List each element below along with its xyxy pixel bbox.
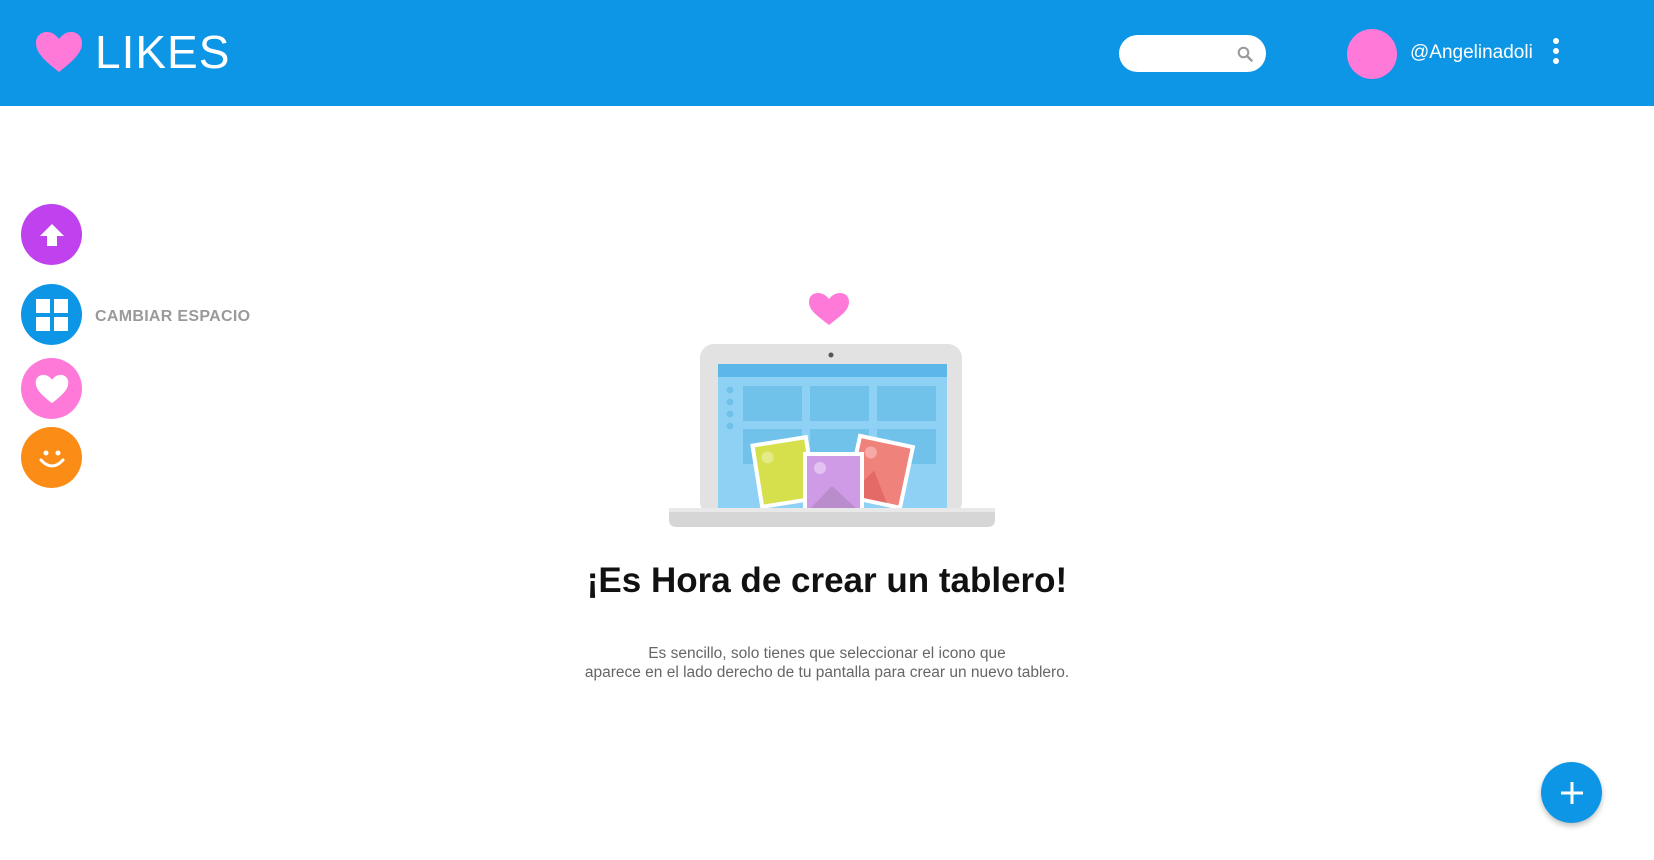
username[interactable]: @Angelinadoli <box>1410 41 1533 65</box>
description-line-1: Es sencillo, solo tienes que seleccionar… <box>648 645 1006 662</box>
emoji-button[interactable] <box>21 427 82 488</box>
arrow-up-icon <box>39 223 64 246</box>
logo[interactable]: LIKES <box>35 26 229 78</box>
search-icon[interactable] <box>1237 46 1253 62</box>
top-bar: LIKES @Angelinadoli <box>0 0 1654 106</box>
search-input[interactable] <box>1119 35 1266 72</box>
empty-state-description: Es sencillo, solo tienes que seleccionar… <box>0 644 1654 682</box>
empty-state-title: ¡Es Hora de crear un tablero! <box>586 561 1068 600</box>
plus-icon <box>1560 781 1583 804</box>
description-line-2: aparece en el lado derecho de tu pantall… <box>584 664 1070 681</box>
likes-button[interactable] <box>21 358 82 419</box>
kebab-menu-icon[interactable] <box>1547 38 1565 70</box>
avatar[interactable] <box>1347 29 1397 79</box>
upload-button[interactable] <box>21 204 82 265</box>
heart-icon <box>36 32 82 72</box>
laptop-with-photos-illustration <box>669 293 995 527</box>
switch-space-label[interactable]: CAMBIAR ESPACIO <box>95 308 250 326</box>
grid-icon <box>35 298 68 331</box>
heart-icon <box>35 374 68 403</box>
create-board-button[interactable] <box>1541 762 1602 823</box>
switch-space-button[interactable] <box>21 284 82 345</box>
smiley-icon <box>39 450 64 467</box>
app-name: LIKES <box>95 26 231 78</box>
